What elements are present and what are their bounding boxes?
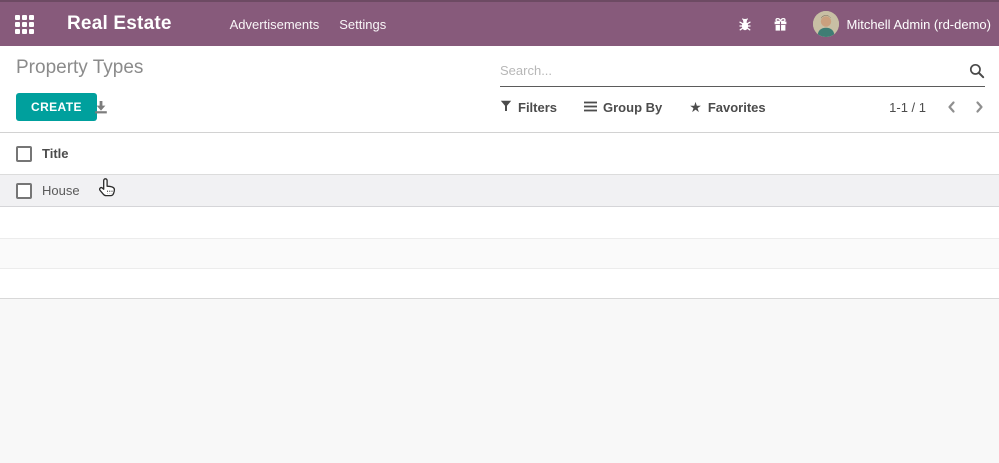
navbar-right-group: Mitchell Admin (rd-demo) xyxy=(737,11,999,37)
chevron-left-icon[interactable] xyxy=(946,100,957,114)
search-icon[interactable] xyxy=(969,63,985,82)
list-lines-icon xyxy=(584,100,598,115)
empty-filler-row xyxy=(0,239,999,269)
export-download-icon[interactable] xyxy=(94,100,108,117)
property-types-list: Title House xyxy=(0,132,999,463)
create-button[interactable]: CREATE xyxy=(16,93,97,121)
row-title-cell: House xyxy=(42,183,80,198)
user-name-label[interactable]: Mitchell Admin (rd-demo) xyxy=(847,17,992,32)
funnel-icon xyxy=(500,100,512,115)
row-checkbox[interactable] xyxy=(16,182,32,199)
pager-range-label[interactable]: 1-1 / 1 xyxy=(889,100,926,115)
search-input[interactable] xyxy=(500,57,959,83)
app-brand-title[interactable]: Real Estate xyxy=(67,13,172,35)
top-menu-bar: Advertisements Settings xyxy=(230,13,387,36)
gift-icon[interactable] xyxy=(773,17,789,32)
page-background xyxy=(0,299,999,463)
list-row-house[interactable]: House xyxy=(0,175,999,207)
pager: 1-1 / 1 xyxy=(889,93,985,121)
group-by-button[interactable]: Group By xyxy=(584,100,662,115)
empty-filler-row xyxy=(0,269,999,299)
search-filter-bar: Filters Group By ★ Favorites xyxy=(500,93,766,121)
search-bar xyxy=(500,57,985,87)
user-avatar[interactable] xyxy=(812,11,839,37)
filters-button[interactable]: Filters xyxy=(500,100,557,115)
menu-advertisements[interactable]: Advertisements xyxy=(230,13,320,36)
app-window: Real Estate Advertisements Settings Mitc… xyxy=(0,0,999,463)
top-navbar: Real Estate Advertisements Settings Mitc… xyxy=(0,0,999,46)
control-panel: Property Types CREATE xyxy=(0,46,999,132)
list-header-row: Title xyxy=(0,132,999,175)
favorites-button[interactable]: ★ Favorites xyxy=(689,100,765,115)
bug-icon[interactable] xyxy=(737,17,753,32)
column-header-title[interactable]: Title xyxy=(42,146,69,161)
apps-menu-icon[interactable] xyxy=(15,14,34,34)
select-all-checkbox[interactable] xyxy=(16,145,32,162)
empty-filler-row xyxy=(0,207,999,239)
menu-settings[interactable]: Settings xyxy=(339,13,386,36)
star-icon: ★ xyxy=(689,99,702,115)
breadcrumb-page-title: Property Types xyxy=(16,57,144,78)
chevron-right-icon[interactable] xyxy=(974,100,985,114)
